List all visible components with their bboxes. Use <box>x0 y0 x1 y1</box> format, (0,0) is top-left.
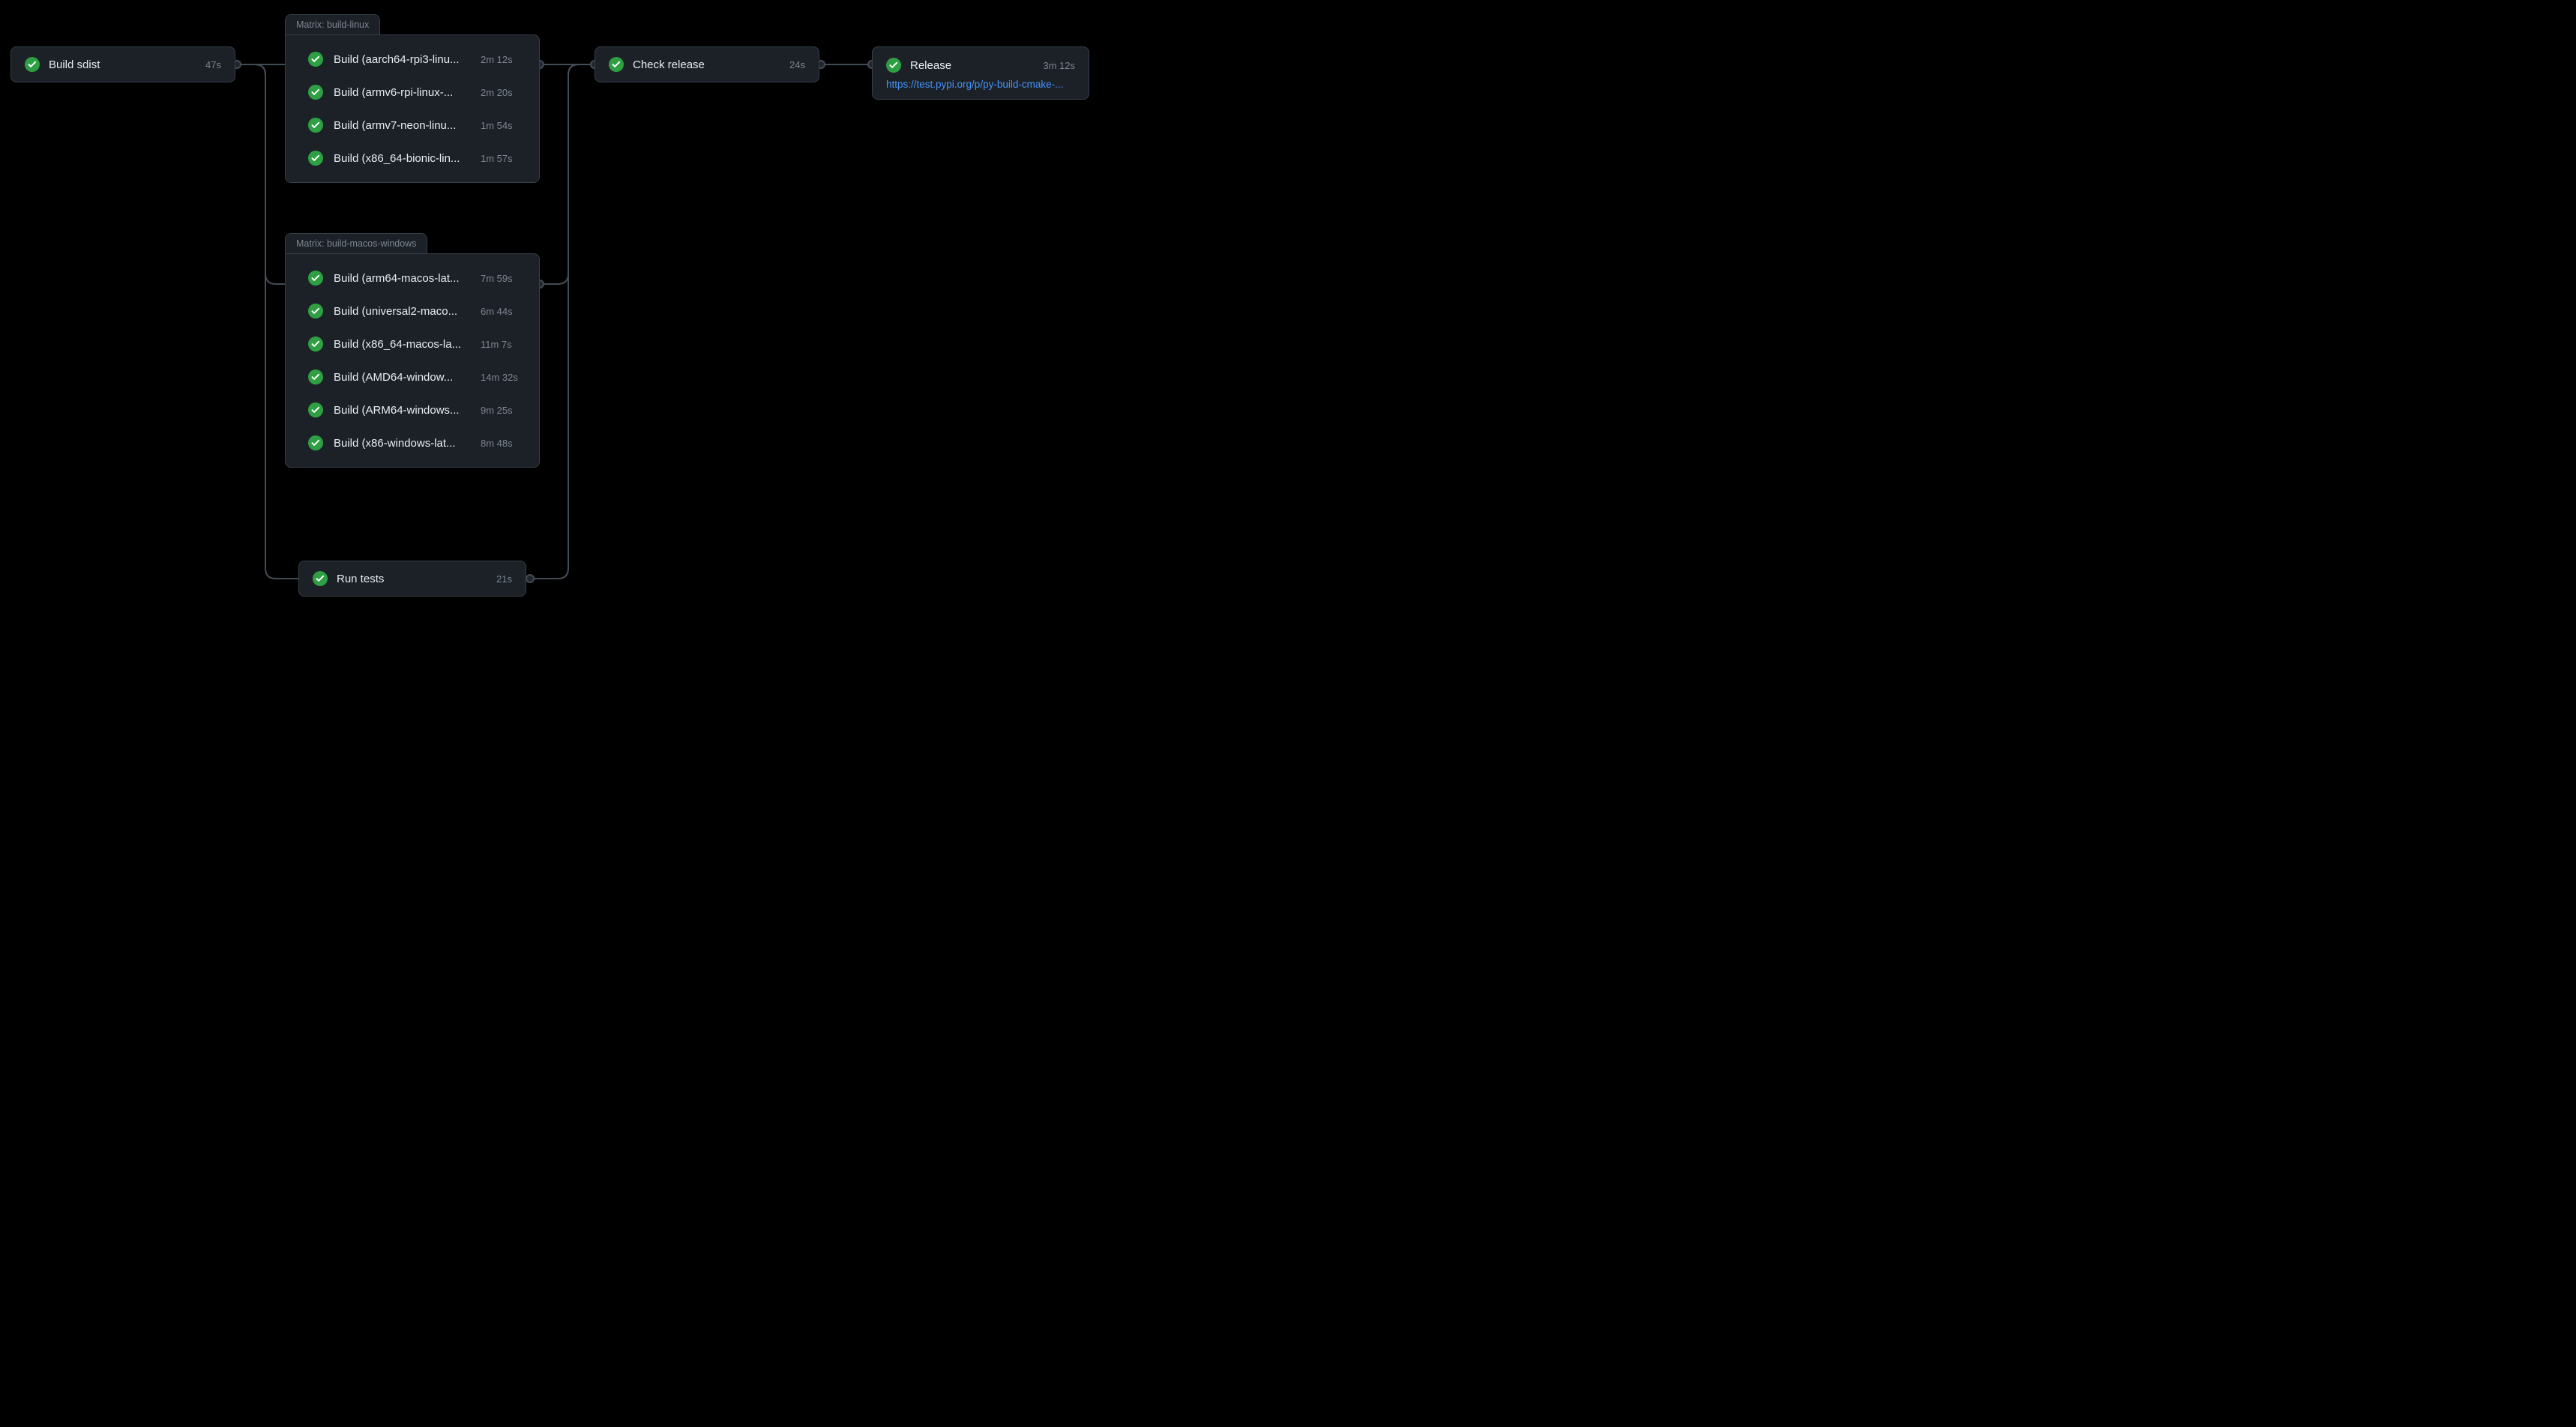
matrix-tab: Matrix: build-linux <box>285 14 380 34</box>
job-row[interactable]: Build (universal2-maco... 6m 44s <box>286 295 539 328</box>
matrix-body: Build (arm64-macos-lat... 7m 59s Build (… <box>286 254 539 467</box>
success-icon <box>308 118 323 133</box>
release-link[interactable]: https://test.pypi.org/p/py-build-cmake-.… <box>886 79 1075 90</box>
job-label: Build sdist <box>49 58 196 71</box>
job-duration: 8m 48s <box>481 438 520 449</box>
job-row[interactable]: Build (armv7-neon-linu... 1m 54s <box>286 109 539 142</box>
success-icon <box>25 57 40 72</box>
job-label: Release <box>910 59 1043 72</box>
workflow-graph: Build sdist 47s Matrix: build-linux Buil… <box>0 0 1099 612</box>
job-duration: 2m 20s <box>481 87 520 98</box>
job-duration: 21s <box>496 573 512 585</box>
success-icon <box>886 58 901 73</box>
job-label: Build (x86_64-macos-la... <box>334 338 475 351</box>
job-label: Build (x86_64-bionic-lin... <box>334 152 475 165</box>
success-icon <box>308 304 323 319</box>
job-build-sdist[interactable]: Build sdist 47s <box>10 46 235 82</box>
job-label: Build (universal2-maco... <box>334 305 475 318</box>
success-icon <box>308 369 323 384</box>
job-duration: 14m 32s <box>481 372 520 383</box>
job-duration: 1m 57s <box>481 153 520 164</box>
success-icon <box>308 85 323 100</box>
job-row[interactable]: Build (armv6-rpi-linux-... 2m 20s <box>286 76 539 109</box>
job-duration: 2m 12s <box>481 54 520 65</box>
success-icon <box>308 52 323 67</box>
job-duration: 11m 7s <box>481 339 520 350</box>
success-icon <box>308 402 323 417</box>
job-label: Build (aarch64-rpi3-linu... <box>334 53 475 66</box>
success-icon <box>308 151 323 166</box>
matrix-build-macos-windows[interactable]: Matrix: build-macos-windows Build (arm64… <box>285 253 540 468</box>
job-row[interactable]: Build (x86_64-macos-la... 11m 7s <box>286 328 539 360</box>
job-label: Build (x86-windows-lat... <box>334 437 475 450</box>
job-row[interactable]: Build (ARM64-windows... 9m 25s <box>286 393 539 426</box>
job-duration: 1m 54s <box>481 120 520 131</box>
job-row[interactable]: Build (x86-windows-lat... 8m 48s <box>286 426 539 459</box>
job-label: Build (ARM64-windows... <box>334 404 475 417</box>
job-label: Build (armv7-neon-linu... <box>334 119 475 132</box>
job-label: Build (armv6-rpi-linux-... <box>334 86 475 99</box>
job-row[interactable]: Build (x86_64-bionic-lin... 1m 57s <box>286 142 539 175</box>
job-release[interactable]: Release 3m 12s https://test.pypi.org/p/p… <box>872 46 1089 100</box>
job-duration: 24s <box>789 59 805 70</box>
job-duration: 7m 59s <box>481 273 520 284</box>
job-label: Check release <box>633 58 780 71</box>
job-row[interactable]: Build (aarch64-rpi3-linu... 2m 12s <box>286 43 539 76</box>
job-duration: 6m 44s <box>481 306 520 317</box>
job-check-release[interactable]: Check release 24s <box>595 46 819 82</box>
success-icon <box>313 571 328 586</box>
success-icon <box>308 337 323 352</box>
job-duration: 3m 12s <box>1043 60 1075 71</box>
job-run-tests[interactable]: Run tests 21s <box>298 561 526 597</box>
matrix-build-linux[interactable]: Matrix: build-linux Build (aarch64-rpi3-… <box>285 34 540 183</box>
success-icon <box>308 271 323 286</box>
success-icon <box>308 435 323 450</box>
matrix-tab: Matrix: build-macos-windows <box>285 233 427 253</box>
job-duration: 9m 25s <box>481 405 520 416</box>
job-duration: 47s <box>205 59 221 70</box>
job-label: Build (AMD64-window... <box>334 371 475 384</box>
success-icon <box>609 57 624 72</box>
job-label: Run tests <box>337 573 487 585</box>
job-row[interactable]: Build (arm64-macos-lat... 7m 59s <box>286 262 539 295</box>
job-label: Build (arm64-macos-lat... <box>334 272 475 285</box>
job-row[interactable]: Build (AMD64-window... 14m 32s <box>286 360 539 393</box>
matrix-body: Build (aarch64-rpi3-linu... 2m 12s Build… <box>286 35 539 182</box>
